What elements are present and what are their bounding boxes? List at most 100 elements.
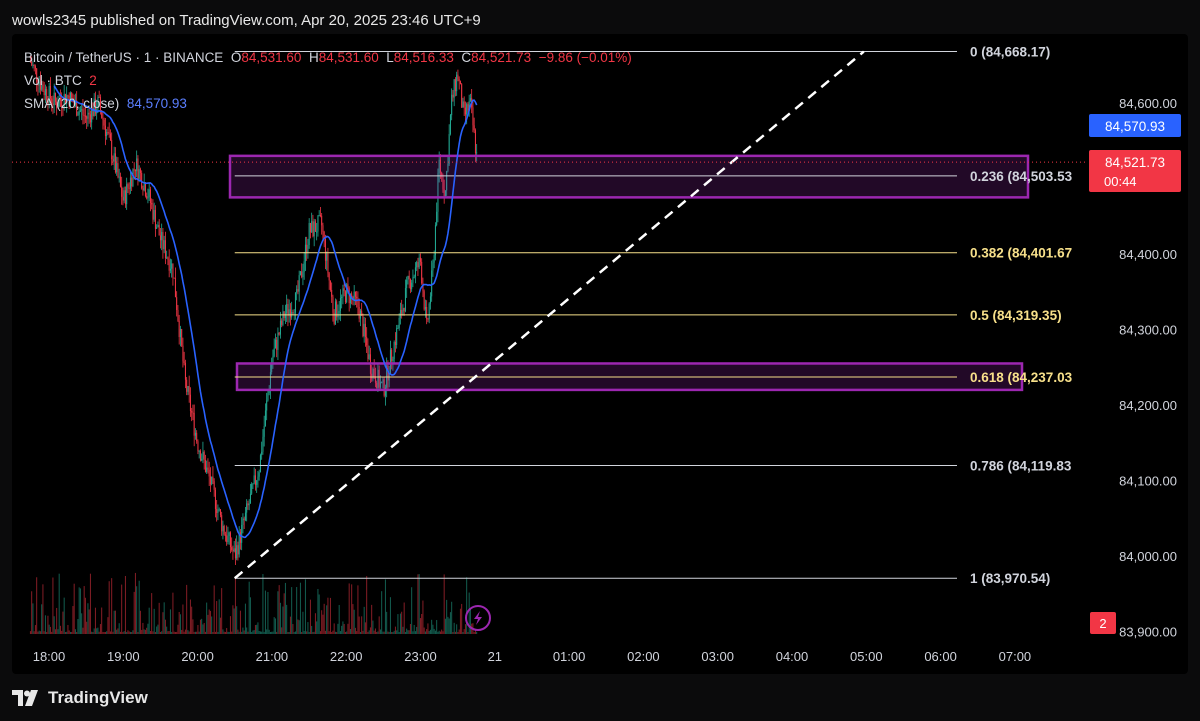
- candle-body: [194, 432, 196, 436]
- volume-bar: [236, 606, 238, 634]
- volume-bar: [239, 610, 241, 634]
- volume-bar: [128, 631, 130, 634]
- candle-body: [83, 115, 85, 117]
- volume-bar: [112, 631, 114, 634]
- volume-bar: [141, 629, 143, 634]
- x-tick-label: 21:00: [256, 649, 289, 664]
- volume-label[interactable]: Vol · BTC: [24, 73, 82, 88]
- volume-bar: [106, 631, 108, 634]
- volume-bar: [416, 626, 418, 634]
- volume-bar: [351, 584, 353, 634]
- volume-bar: [443, 574, 445, 634]
- candle-body: [418, 257, 420, 268]
- candle-body: [311, 221, 313, 233]
- sma-label[interactable]: SMA (20, close): [24, 96, 119, 111]
- candle-body: [411, 282, 413, 290]
- volume-bar: [348, 583, 350, 634]
- volume-bar: [228, 631, 230, 634]
- fib-retracement[interactable]: 0 (84,668.17) 0.236 (84,503.53 0.382 (84,4…: [228, 45, 1073, 587]
- volume-bar: [459, 608, 461, 634]
- volume-bar: [191, 606, 193, 634]
- candle-body: [164, 240, 166, 259]
- candle-body: [173, 277, 175, 279]
- volume-bar: [116, 629, 118, 634]
- volume-bar: [409, 623, 411, 634]
- volume-bar: [257, 622, 259, 634]
- volume-bar: [361, 616, 363, 634]
- volume-bar: [423, 627, 425, 634]
- candle-body: [208, 469, 210, 477]
- candle-body: [206, 467, 208, 472]
- symbol-name[interactable]: Bitcoin / TetherUS · 1 · BINANCE: [24, 50, 223, 65]
- volume-bar: [104, 631, 106, 634]
- candle-body: [116, 163, 118, 173]
- candle-body: [167, 257, 169, 260]
- candle-body: [344, 291, 346, 303]
- candle-body: [292, 311, 294, 313]
- y-tick-label: 84,400.00: [1119, 247, 1177, 262]
- volume-bar: [84, 597, 86, 634]
- candle-body: [302, 271, 304, 278]
- volume-bar: [308, 631, 310, 634]
- volume-bar: [302, 611, 304, 634]
- volume-bar: [97, 627, 99, 634]
- candle-body: [333, 312, 335, 324]
- candle-body: [146, 196, 148, 199]
- candle-body: [281, 320, 283, 325]
- candle-body: [137, 158, 139, 180]
- volume-bar: [237, 629, 239, 634]
- candle-body: [103, 119, 105, 126]
- volume-bar: [274, 618, 276, 634]
- candle-body: [89, 114, 91, 123]
- y-tick-label: 84,000.00: [1119, 549, 1177, 564]
- volume-bar: [134, 572, 136, 634]
- candle-body: [153, 210, 155, 220]
- volume-bar: [317, 588, 319, 634]
- candle-body: [293, 312, 295, 314]
- volume-bar: [151, 593, 153, 634]
- volume-bar: [232, 605, 234, 634]
- volume-bar: [64, 631, 66, 634]
- volume-bar: [467, 631, 469, 634]
- volume-bar: [217, 631, 219, 634]
- volume-bar: [139, 610, 141, 634]
- tradingview-footer: TradingView: [12, 684, 148, 712]
- candle-body: [236, 545, 238, 559]
- chart-panel[interactable]: Bitcoin / TetherUS · 1 · BINANCE O84,531…: [12, 34, 1188, 674]
- chart-canvas[interactable]: 0 (84,668.17) 0.236 (84,503.53 0.382 (84,4…: [12, 34, 1188, 674]
- volume-bar: [272, 631, 274, 634]
- volume-bar: [458, 629, 460, 634]
- volume-bar: [162, 612, 164, 634]
- volume-bar: [312, 631, 314, 634]
- volume-bar: [37, 631, 39, 634]
- candle-body: [353, 291, 355, 301]
- volume-bar: [433, 628, 435, 634]
- candle-body: [229, 532, 231, 548]
- volume-bar: [403, 602, 405, 634]
- candle-body: [309, 223, 311, 233]
- candle-body: [347, 284, 349, 289]
- candle-body: [118, 176, 120, 178]
- y-tick-label: 83,900.00: [1119, 625, 1177, 640]
- candle-body: [406, 280, 408, 289]
- volume-bar: [113, 610, 115, 634]
- candle-body: [154, 210, 156, 229]
- volume-bar: [176, 631, 178, 634]
- volume-bar: [206, 602, 208, 634]
- volume-bar: [238, 631, 240, 634]
- volume-bar: [167, 631, 169, 634]
- candle-body: [124, 190, 126, 205]
- volume-bar: [307, 622, 309, 634]
- volume-bar: [108, 581, 110, 634]
- candle-body: [331, 289, 333, 297]
- candle-body: [296, 289, 298, 293]
- volume-bar: [393, 630, 395, 634]
- volume-bar: [168, 631, 170, 634]
- candle-body: [221, 515, 223, 532]
- candle-body: [198, 450, 200, 452]
- candle-body: [241, 524, 243, 543]
- volume-bar: [204, 631, 206, 634]
- volume-bar: [378, 616, 380, 634]
- candle-body: [249, 493, 251, 504]
- candle-body: [308, 223, 310, 245]
